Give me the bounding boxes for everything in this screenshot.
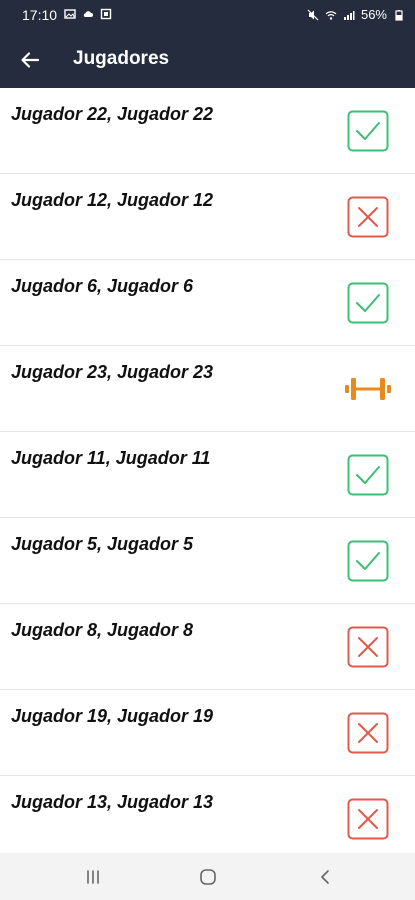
signal-icon (343, 10, 355, 20)
player-name: Jugador 13, Jugador 13 (11, 792, 214, 812)
home-icon (200, 869, 216, 885)
mute-icon (307, 9, 319, 20)
player-name: Jugador 11, Jugador 11 (11, 448, 211, 468)
check-square-icon[interactable] (347, 540, 389, 582)
player-list: Jugador 22, Jugador 22 Jugador 12, Jugad… (0, 88, 415, 853)
player-row[interactable]: Jugador 11, Jugador 11 (0, 432, 415, 518)
check-square-icon[interactable] (347, 454, 389, 496)
system-back-button[interactable] (313, 865, 337, 889)
player-row[interactable]: Jugador 23, Jugador 23 (0, 346, 415, 432)
chevron-left-icon (321, 870, 329, 884)
player-row[interactable]: Jugador 13, Jugador 13 (0, 776, 415, 853)
player-row[interactable]: Jugador 19, Jugador 19 (0, 690, 415, 776)
wifi-icon (325, 10, 337, 20)
x-square-icon[interactable] (347, 712, 389, 754)
back-button[interactable] (12, 42, 48, 78)
x-square-icon[interactable] (347, 196, 389, 238)
arrow-left-icon (21, 52, 40, 68)
player-name: Jugador 22, Jugador 22 (11, 104, 214, 124)
app-notification-icon (100, 8, 112, 20)
player-row[interactable]: Jugador 5, Jugador 5 (0, 518, 415, 604)
check-square-icon[interactable] (347, 282, 389, 324)
x-square-icon[interactable] (347, 626, 389, 668)
home-button[interactable] (196, 865, 220, 889)
notification-icons (64, 8, 112, 20)
status-time: 17:10 (22, 7, 58, 23)
player-row[interactable]: Jugador 12, Jugador 12 (0, 174, 415, 260)
player-row[interactable]: Jugador 22, Jugador 22 (0, 88, 415, 174)
player-name: Jugador 12, Jugador 12 (11, 190, 214, 210)
battery-icon (395, 9, 403, 21)
dumbbell-icon[interactable] (342, 368, 394, 410)
status-bar: 17:10 56% (0, 0, 415, 32)
player-name: Jugador 5, Jugador 5 (11, 534, 194, 554)
recent-apps-button[interactable] (81, 865, 105, 889)
cloud-notification-icon (83, 11, 93, 17)
system-nav-bar (0, 853, 415, 900)
page-title: Jugadores (73, 48, 170, 69)
player-name: Jugador 19, Jugador 19 (11, 706, 214, 726)
battery-percent: 56% (360, 7, 387, 22)
check-square-icon[interactable] (347, 110, 389, 152)
image-notification-icon (64, 9, 76, 19)
player-name: Jugador 23, Jugador 23 (11, 362, 214, 382)
player-name: Jugador 6, Jugador 6 (11, 276, 194, 296)
x-square-icon[interactable] (347, 798, 389, 840)
player-row[interactable]: Jugador 6, Jugador 6 (0, 260, 415, 346)
system-icons: 56% (307, 7, 405, 22)
player-row[interactable]: Jugador 8, Jugador 8 (0, 604, 415, 690)
player-name: Jugador 8, Jugador 8 (11, 620, 194, 640)
app-bar: Jugadores (0, 32, 415, 88)
recent-apps-icon (87, 870, 99, 884)
